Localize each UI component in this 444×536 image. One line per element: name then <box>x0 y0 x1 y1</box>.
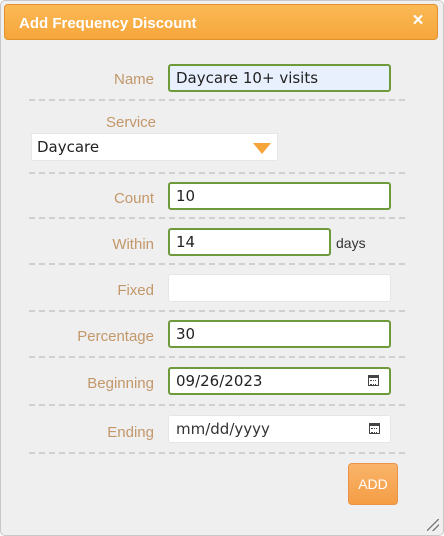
ending-date-input[interactable]: mm/dd/yyyy <box>168 415 391 443</box>
within-label: Within <box>112 236 154 253</box>
within-input[interactable]: 14 <box>168 228 331 256</box>
dialog-titlebar[interactable]: Add Frequency Discount × <box>4 4 438 40</box>
service-selected-value: Daycare <box>37 138 100 156</box>
count-label: Count <box>113 190 154 207</box>
ending-label: Ending <box>107 424 154 441</box>
service-select[interactable]: Daycare <box>31 133 278 161</box>
close-icon[interactable]: × <box>407 10 429 32</box>
name-input[interactable]: Daycare 10+ visits <box>168 64 391 92</box>
add-frequency-discount-dialog: Add Frequency Discount × Name Daycare 10… <box>0 0 444 536</box>
within-unit: days <box>336 235 366 251</box>
divider <box>29 452 405 454</box>
fixed-input[interactable] <box>168 274 391 302</box>
dropdown-caret-icon[interactable] <box>253 143 271 154</box>
service-label: Service <box>105 114 157 131</box>
divider <box>29 263 405 265</box>
name-label: Name <box>113 71 154 88</box>
divider <box>29 172 405 174</box>
dialog-title: Add Frequency Discount <box>19 15 197 32</box>
calendar-icon[interactable] <box>369 423 380 434</box>
divider <box>29 404 405 406</box>
divider <box>29 217 405 219</box>
beginning-date-input[interactable]: 09/26/2023 <box>168 367 391 395</box>
ending-date-placeholder: mm/dd/yyyy <box>176 420 270 438</box>
beginning-date-value: 09/26/2023 <box>176 372 263 390</box>
fixed-label: Fixed <box>117 282 154 299</box>
divider <box>29 356 405 358</box>
percentage-label: Percentage <box>77 328 154 345</box>
beginning-label: Beginning <box>87 375 154 392</box>
divider <box>29 99 405 101</box>
percentage-input[interactable]: 30 <box>168 320 391 348</box>
divider <box>29 310 405 312</box>
count-input[interactable]: 10 <box>168 182 391 210</box>
calendar-icon[interactable] <box>368 375 379 386</box>
add-button[interactable]: ADD <box>348 463 398 505</box>
resize-grip-icon[interactable] <box>427 519 439 531</box>
